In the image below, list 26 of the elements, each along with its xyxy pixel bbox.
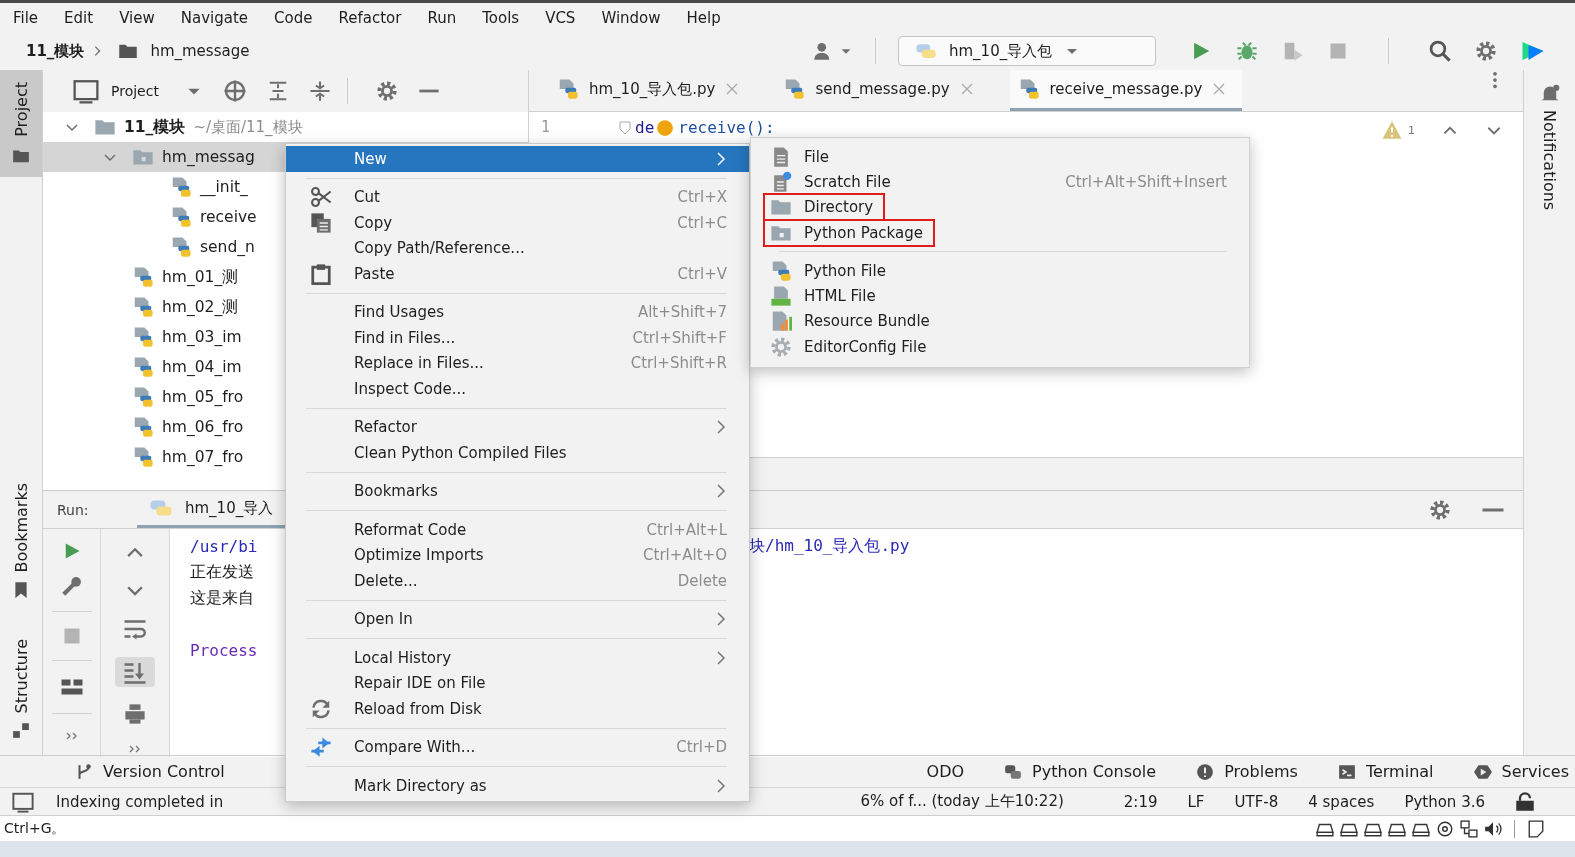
console-line: /usr/bi [190, 536, 258, 556]
tree-item-label: hm_03_im [162, 328, 242, 346]
tree-item-label: __init_ [200, 178, 248, 196]
hint-text: Ctrl+G。 [4, 819, 66, 838]
code-keyword: de [635, 118, 655, 137]
status-message: Indexing completed in [56, 792, 224, 811]
line-number: 1 [540, 118, 552, 136]
tree-item-label: hm_05_fro [162, 388, 244, 406]
tree-item-label: 11_模块 [124, 116, 186, 138]
tree-item-label: hm_01_测 [162, 266, 239, 288]
console-line: 这是来自 [190, 587, 254, 609]
tree-item-label: hm_04_im [162, 358, 242, 376]
code-text: receive(): [678, 118, 775, 137]
tree-item-label: hm_07_fro [162, 448, 244, 466]
console-line: 块/hm_10_导入包.py [749, 535, 910, 557]
tree-item-path: ~/桌面/11_模块 [193, 117, 303, 137]
run-panel-label: Run: [57, 501, 90, 518]
tree-item-label: receive [200, 208, 257, 226]
warning-count: 1 [1408, 123, 1415, 137]
tree-item-label: send_n [200, 238, 255, 256]
tree-item-label: hm_02_测 [162, 296, 239, 318]
console-line: Process [190, 640, 258, 660]
tree-item-label: hm_06_fro [162, 418, 244, 436]
status-message: 6% of f... (today 上午10:22) [860, 792, 1064, 811]
tree-item-label: hm_messag [162, 148, 255, 166]
console-line: 正在发送 [190, 561, 254, 583]
